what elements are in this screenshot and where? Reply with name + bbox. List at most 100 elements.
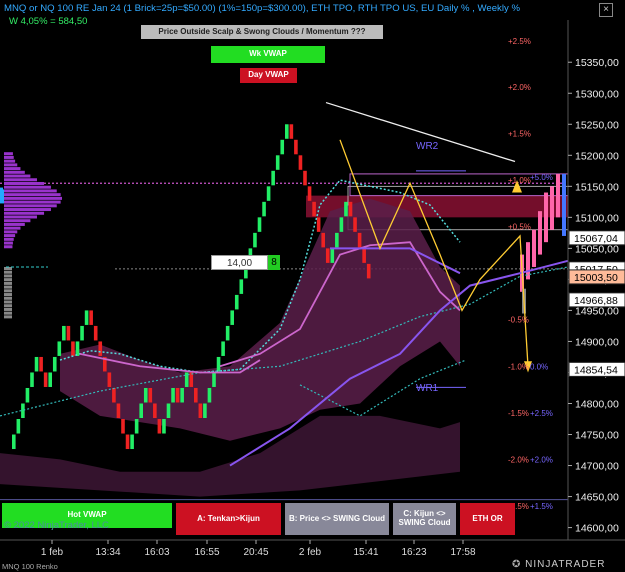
percent-level-label: -1.0% <box>508 362 529 371</box>
y-tick-label: 14650,00 <box>575 492 619 504</box>
bull-brick <box>25 387 30 403</box>
weekly-percent-readout: W 4,05% = 584,50 <box>9 16 88 27</box>
x-tick-label: 15:41 <box>353 547 378 558</box>
bear-brick <box>66 325 71 341</box>
percent-level-label: +2.0% <box>508 83 531 92</box>
bull-brick <box>52 356 57 372</box>
bull-brick <box>253 232 257 248</box>
projected-brick <box>532 229 536 267</box>
bull-brick <box>139 403 143 419</box>
copyright-text: © 2022 NinjaTrader, LLC <box>4 520 109 531</box>
bull-brick <box>344 201 348 217</box>
bull-brick <box>275 155 280 170</box>
profile-bar <box>4 281 12 285</box>
bear-brick <box>348 201 353 217</box>
percent-level-label: -0.5% <box>508 316 529 325</box>
scalp-clouds-button[interactable]: Price Outside Scalp & Swong Clouds / Mom… <box>141 25 383 39</box>
projected-brick <box>556 173 560 218</box>
bull-brick <box>166 403 171 419</box>
profile-bar <box>4 215 37 219</box>
bull-brick <box>280 139 285 155</box>
profile-bar <box>4 300 12 304</box>
profile-bar <box>4 196 62 200</box>
tenkan-kijun-button[interactable]: A: Tenkan>Kijun <box>176 503 281 535</box>
y-tick-label: 14900,00 <box>575 336 619 348</box>
chart-title: MNQ or NQ 100 RE Jan 24 (1 Brick=25p=$50… <box>4 3 520 14</box>
kijun-swing-cloud-button[interactable]: C: Kijun <> SWING Cloud <box>393 503 456 535</box>
profile-bar <box>4 289 12 293</box>
profile-bar <box>4 293 12 297</box>
bear-brick <box>107 372 112 387</box>
profile-bar <box>4 178 37 182</box>
projected-brick <box>538 211 542 255</box>
bull-brick <box>285 124 289 139</box>
profile-bar <box>4 241 13 245</box>
bear-brick <box>357 232 362 248</box>
x-tick-label: 16:23 <box>401 547 426 558</box>
y-tick-label: 14750,00 <box>575 430 619 442</box>
percent-level-label: +5.0% <box>530 173 553 182</box>
profile-bar <box>4 304 12 308</box>
y-tick-label: 14700,00 <box>575 461 619 473</box>
bear-brick <box>175 387 180 403</box>
bear-brick <box>112 387 116 403</box>
profile-bar <box>4 167 21 171</box>
profile-bar <box>4 222 25 226</box>
bull-brick <box>180 387 184 403</box>
y-tick-label: 15200,00 <box>575 150 619 162</box>
wk-vwap-button[interactable]: Wk VWAP <box>211 46 325 63</box>
profile-bar <box>4 159 16 163</box>
price-marker-text: 15067,04 <box>574 233 618 245</box>
bear-brick <box>148 387 153 403</box>
bull-brick <box>257 217 262 232</box>
percent-level-label: +2.5% <box>508 37 531 46</box>
bull-brick <box>225 325 230 341</box>
renko-chart: +2.5%+2.0%+1.5%+1.0% +5.0%+0.5%-0.5%0.0%-… <box>0 0 625 572</box>
bull-brick <box>207 387 212 403</box>
bull-brick <box>230 310 234 325</box>
price-swing-cloud-button[interactable]: B: Price <> SWING Cloud <box>285 503 389 535</box>
percent-level-label: +2.0% <box>530 455 553 464</box>
bear-brick <box>366 263 371 279</box>
profile-bar <box>4 152 13 156</box>
bull-brick <box>80 325 84 341</box>
percent-level-label: +1.5% <box>508 130 531 139</box>
bear-brick <box>116 403 121 419</box>
bull-brick <box>239 279 244 294</box>
day-vwap-button[interactable]: Day VWAP <box>240 68 297 83</box>
bull-brick <box>134 419 139 434</box>
percent-level-label: +2.5% <box>530 409 553 418</box>
bull-brick <box>21 403 25 419</box>
bear-brick <box>325 248 330 263</box>
bear-brick <box>121 419 125 434</box>
profile-bar <box>4 274 12 278</box>
bear-brick <box>303 170 307 186</box>
profile-bar <box>4 296 12 300</box>
bear-brick <box>125 434 130 450</box>
profile-bar <box>4 219 31 223</box>
bull-brick <box>171 387 175 403</box>
bear-brick <box>93 325 98 341</box>
quantity-tag[interactable]: 8 <box>268 255 280 270</box>
profile-bar <box>4 181 45 185</box>
bull-brick <box>130 434 134 450</box>
left-edge-marker <box>0 187 3 200</box>
quantity-input[interactable]: 14,00 <box>211 255 268 270</box>
close-icon[interactable]: × <box>599 3 613 17</box>
last-brick <box>562 173 566 236</box>
x-tick-label: 16:03 <box>144 547 169 558</box>
bull-brick <box>75 341 80 356</box>
bear-brick <box>198 403 203 419</box>
price-marker-text: 15003,50 <box>574 272 618 284</box>
profile-bar <box>4 155 14 159</box>
profile-bar <box>4 245 13 249</box>
ninja-star-icon: ✪ <box>512 559 522 570</box>
bear-brick <box>157 419 162 434</box>
bull-brick <box>266 186 271 201</box>
eth-or-button[interactable]: ETH OR <box>460 503 515 535</box>
percent-level-label: -2.0% <box>508 455 529 464</box>
wr1-label: WR1 <box>416 383 439 394</box>
bull-brick <box>48 372 52 387</box>
bear-brick <box>294 139 298 155</box>
profile-bar <box>4 311 12 315</box>
